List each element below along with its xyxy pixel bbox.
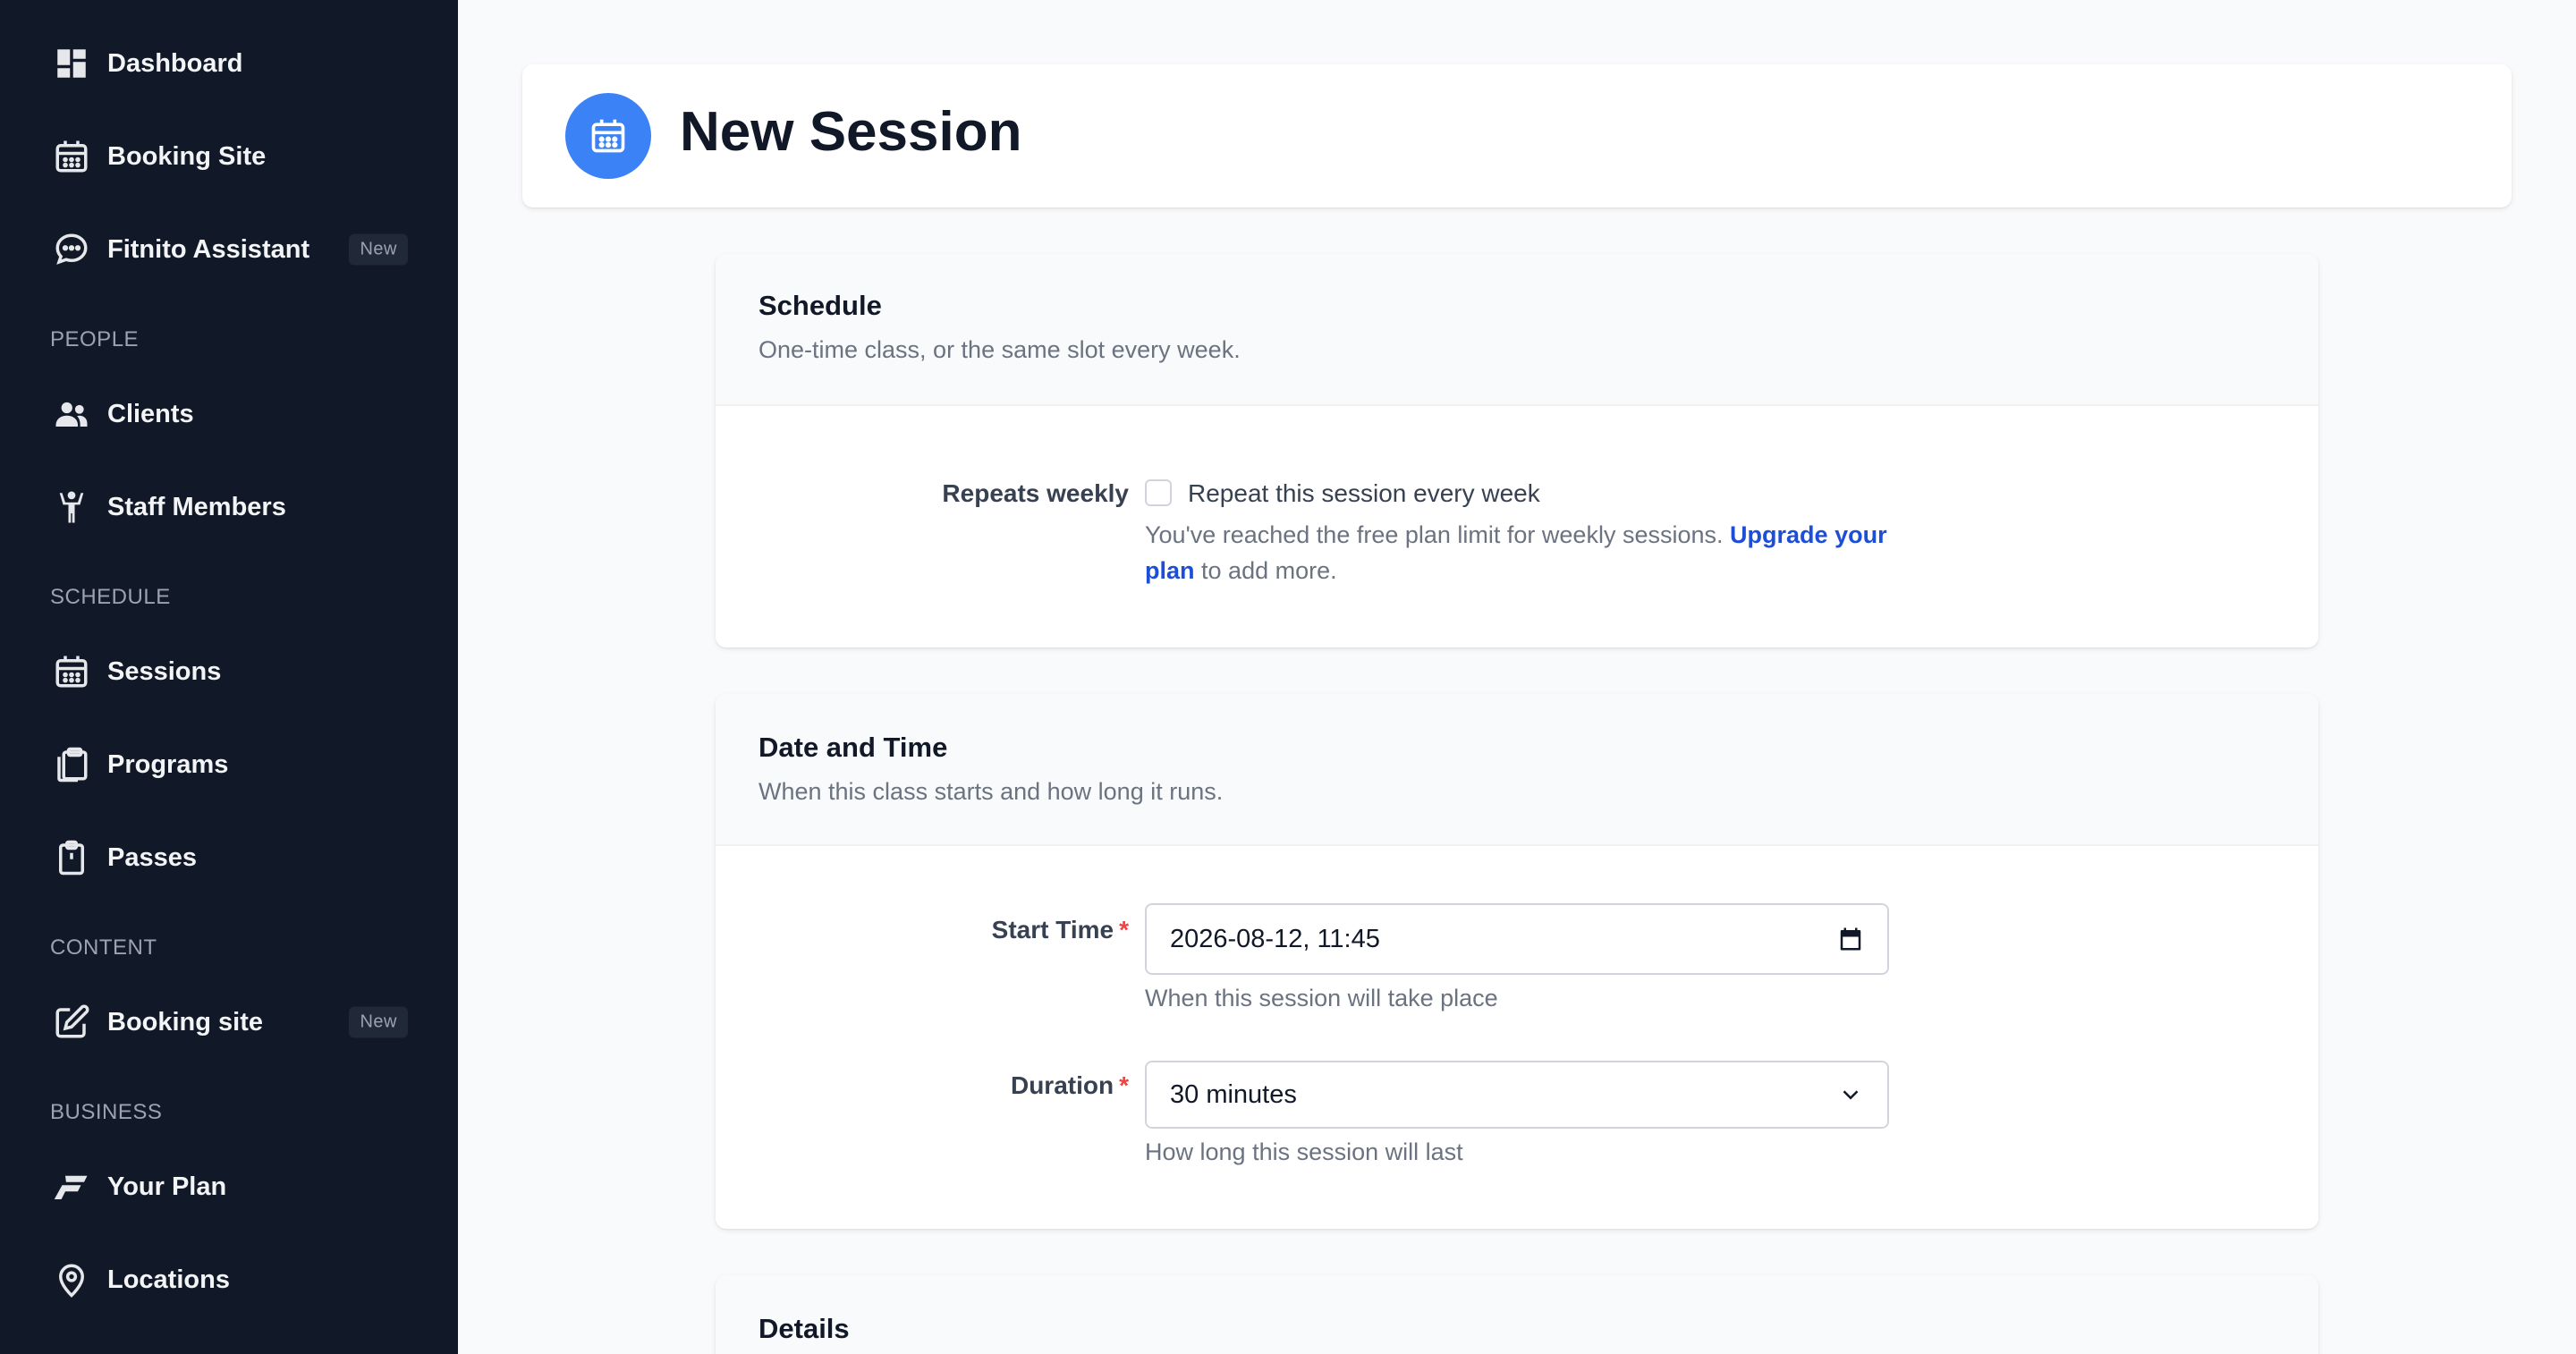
sidebar-item-label: Staff Members xyxy=(107,492,286,521)
card-description: When this class starts and how long it r… xyxy=(758,778,1224,805)
person-icon xyxy=(50,486,93,529)
section-label-people: PEOPLE xyxy=(50,327,140,351)
card-header: Date and Time When this class starts and… xyxy=(716,694,2318,846)
duration-label: Duration * xyxy=(1011,1071,1129,1100)
section-label-business: BUSINESS xyxy=(50,1100,163,1124)
plan-limit-tail: to add more. xyxy=(1201,557,1337,584)
sidebar-item-fitnito-assistant[interactable]: Fitnito Assistant New xyxy=(50,223,408,276)
card-header: Schedule One-time class, or the same slo… xyxy=(716,254,2318,406)
duration-select[interactable]: 30 minutes xyxy=(1145,1061,1889,1129)
sidebar-item-label: Passes xyxy=(107,842,197,872)
calendar-icon xyxy=(50,650,93,693)
sidebar-item-booking-site[interactable]: Booking Site xyxy=(50,130,408,183)
required-mark: * xyxy=(1119,1071,1129,1099)
sidebar-item-label: Sessions xyxy=(107,656,222,686)
sidebar-item-booking-site-content[interactable]: Booking site New xyxy=(50,995,408,1049)
details-card: Details xyxy=(716,1275,2318,1354)
page-header: New Session xyxy=(522,64,2512,207)
card-body: Start Time * 2026-08-12, 11:45 When this … xyxy=(716,846,2318,1229)
required-mark: * xyxy=(1119,916,1129,944)
calendar-icon xyxy=(565,93,651,179)
new-badge: New xyxy=(349,233,408,266)
upgrade-link-part[interactable]: Upgrade xyxy=(1730,521,1828,548)
plan-limit-text: You've reached the free plan limit for w… xyxy=(1145,521,1724,548)
duration-label-text: Duration xyxy=(1010,1071,1114,1099)
sidebar-item-label: Your Plan xyxy=(107,1172,227,1201)
sidebar-item-label: Programs xyxy=(107,749,229,779)
dashboard-icon xyxy=(50,42,93,85)
duration-help: How long this session will last xyxy=(1145,1138,1463,1165)
edit-icon xyxy=(50,1001,93,1044)
card-title: Schedule xyxy=(758,290,882,321)
card-description: One-time class, or the same slot every w… xyxy=(758,336,1241,363)
section-label-schedule: SCHEDULE xyxy=(50,585,171,609)
duration-value: 30 minutes xyxy=(1170,1079,1297,1109)
plan-limit-message: You've reached the free plan limit for w… xyxy=(1145,517,1914,588)
sidebar-item-staff-members[interactable]: Staff Members xyxy=(50,480,408,534)
card-body: Repeats weekly Repeat this session every… xyxy=(716,406,2318,647)
chat-icon xyxy=(50,228,93,271)
sidebar-item-label: Clients xyxy=(107,399,194,428)
sidebar-item-label: Booking site xyxy=(107,1007,264,1037)
repeat-weekly-checkbox[interactable] xyxy=(1145,479,1172,506)
map-pin-icon xyxy=(50,1258,93,1301)
schedule-card: Schedule One-time class, or the same slo… xyxy=(716,254,2318,647)
section-label-content: CONTENT xyxy=(50,935,157,960)
start-time-help: When this session will take place xyxy=(1145,985,1498,1011)
sidebar-item-sessions[interactable]: Sessions xyxy=(50,645,408,698)
card-title: Date and Time xyxy=(758,732,948,763)
sidebar-item-label: Booking Site xyxy=(107,141,267,171)
sidebar-item-label: Fitnito Assistant xyxy=(107,234,310,264)
date-time-card: Date and Time When this class starts and… xyxy=(716,694,2318,1229)
clipboard-stack-icon xyxy=(50,743,93,786)
card-header: Details xyxy=(716,1275,2318,1354)
card-title: Details xyxy=(758,1313,850,1344)
chevron-down-icon xyxy=(1837,1081,1864,1108)
sidebar-item-label: Locations xyxy=(107,1265,230,1294)
calendar-icon xyxy=(50,135,93,178)
calendar-picker-icon[interactable] xyxy=(1837,926,1864,952)
sidebar-item-your-plan[interactable]: Your Plan xyxy=(50,1160,408,1214)
page-title: New Session xyxy=(680,101,1022,163)
users-icon xyxy=(50,393,93,436)
repeats-weekly-label: Repeats weekly xyxy=(942,479,1129,507)
repeat-weekly-checkbox-label[interactable]: Repeat this session every week xyxy=(1188,479,1540,508)
sidebar-item-programs[interactable]: Programs xyxy=(50,738,408,791)
start-time-value: 2026-08-12, 11:45 xyxy=(1170,924,1380,953)
sidebar-item-passes[interactable]: Passes xyxy=(50,831,408,884)
sidebar-item-clients[interactable]: Clients xyxy=(50,387,408,441)
start-time-label-text: Start Time xyxy=(991,916,1114,944)
sidebar-item-dashboard[interactable]: Dashboard xyxy=(50,37,408,90)
new-badge: New xyxy=(349,1006,408,1038)
clipboard-icon xyxy=(50,836,93,879)
sidebar-item-locations[interactable]: Locations xyxy=(50,1253,408,1307)
sidebar-item-label: Dashboard xyxy=(107,48,243,78)
sidebar: Dashboard Booking Site Fitnito Assistant… xyxy=(0,0,458,1354)
brand-f-icon xyxy=(50,1165,93,1208)
start-time-label: Start Time * xyxy=(992,916,1129,944)
start-time-input[interactable]: 2026-08-12, 11:45 xyxy=(1145,903,1889,975)
